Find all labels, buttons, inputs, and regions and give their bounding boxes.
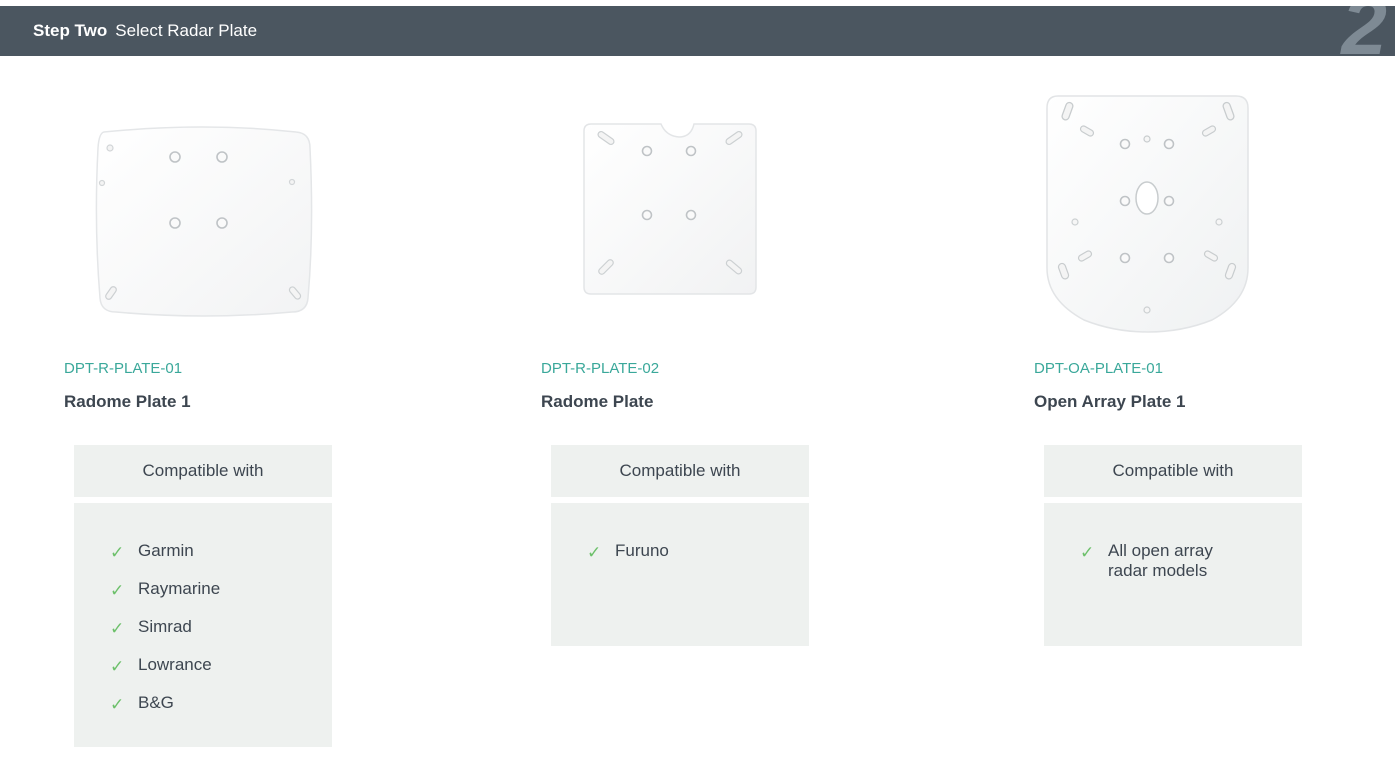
list-item: ✓ B&G [110,693,174,714]
radar-plate-icon [1046,95,1249,333]
compatible-heading: Compatible with [1044,445,1302,497]
list-item: ✓ Furuno [587,541,669,562]
list-item: ✓ Simrad [110,617,192,638]
list-item: ✓ Lowrance [110,655,212,676]
check-icon: ✓ [1080,543,1095,562]
radar-plate-icon [95,126,313,317]
product-sku: DPT-R-PLATE-01 [64,360,183,377]
product-sku: DPT-R-PLATE-02 [541,360,660,377]
step-number: 2 [1341,6,1387,56]
compatible-list: ✓ Furuno [551,503,809,646]
check-icon: ✓ [110,619,125,638]
check-icon: ✓ [110,581,125,600]
plate-image [64,0,344,317]
product-name: Radome Plate [541,392,654,411]
compatible-heading: Compatible with [74,445,332,497]
compatible-list: ✓ Garmin ✓ Raymarine ✓ Simrad ✓ Lowrance ✓ B&… [74,503,332,747]
compatible-heading: Compatible with [551,445,809,497]
list-item: ✓ Garmin [110,541,194,562]
plate-image [541,0,821,295]
check-icon: ✓ [110,543,125,562]
plate-image [1034,0,1314,333]
product-name: Open Array Plate 1 [1034,392,1186,411]
product-sku: DPT-OA-PLATE-01 [1034,360,1163,377]
radar-plate-icon [583,123,757,295]
list-item: ✓ All open array radar models [1080,541,1213,580]
check-icon: ✓ [110,657,125,676]
product-name: Radome Plate 1 [64,392,191,411]
list-item: ✓ Raymarine [110,579,221,600]
check-icon: ✓ [587,543,602,562]
check-icon: ✓ [110,695,125,714]
compatible-list: ✓ All open array radar models [1044,503,1302,646]
